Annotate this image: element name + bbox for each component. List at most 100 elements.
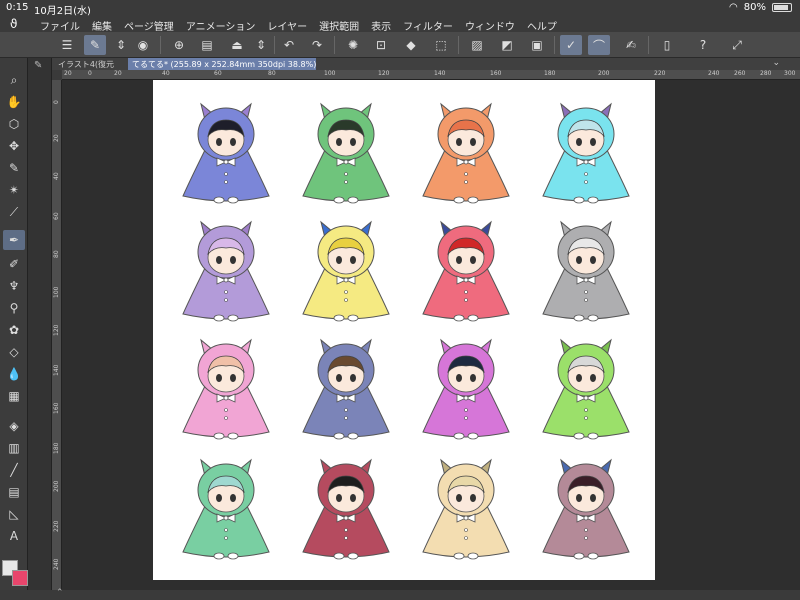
help-icon[interactable]: ? [692,35,714,55]
stepper-icon[interactable]: ⇕ [250,35,272,55]
crop-icon[interactable]: ▣ [526,35,548,55]
blend-icon[interactable]: 💧 [3,364,25,384]
status-right: ◠ 80% [729,2,792,13]
bottom-bar: ⌃ [0,588,800,600]
subtool-pen-icon[interactable]: ✎ [34,60,42,71]
ruler-vertical: 0 20 40 60 80 100 120 140 160 180 200 22… [52,80,62,590]
fill-tool-icon[interactable]: ◈ [3,416,25,436]
pen-pressure-icon[interactable]: ✓ [560,35,582,55]
ruler-label: 220 [654,70,666,77]
chibi-figure-lime-lizard [541,334,631,444]
fill-icon[interactable]: ◆ [400,35,422,55]
decoration-icon[interactable]: ✿ [3,320,25,340]
menu-help[interactable]: ヘルプ [527,18,557,33]
chibi-figure-lavender-ram [181,216,271,326]
sub-color-swatch[interactable] [12,570,28,586]
ruler-label: 20 [114,70,122,77]
status-date: 10月2日(水) [34,6,91,17]
toolbar-divider [334,36,335,54]
eyedropper-icon[interactable]: ⟋ [3,202,25,222]
tab-illustration4[interactable]: イラスト4(復元 [54,58,126,70]
ruler-label: 300 [784,70,796,77]
ruler-corner [52,70,62,80]
open-folder-icon[interactable]: ▤ [196,35,218,55]
zoom-icon[interactable]: ⌕ [3,70,25,90]
app-logo-icon[interactable]: ϑ [10,17,17,31]
menu-layer[interactable]: レイヤー [267,18,307,33]
new-file-icon[interactable]: ⊕ [168,35,190,55]
text-icon[interactable]: A [3,526,25,546]
drawing-canvas[interactable] [153,80,655,580]
chibi-figure-mauve-bug [541,454,631,564]
menu-edit[interactable]: 編集 [92,18,112,33]
spinner-icon[interactable]: ✺ [342,35,364,55]
brush-icon[interactable]: ♆ [3,276,25,296]
ruler-label: 0 [53,100,60,104]
ruler-label: 80 [268,70,276,77]
grid-icon[interactable]: ▦ [3,386,25,406]
chibi-figure-cyan-monster [541,98,631,208]
menu-view[interactable]: 表示 [371,18,391,33]
frame-icon[interactable]: ▤ [3,482,25,502]
pen-tool-icon[interactable]: ✒ [3,230,25,250]
chibi-figure-gray-cat [541,216,631,326]
ruler-label: 120 [53,324,60,336]
camera-icon[interactable]: ◉ [132,35,154,55]
tab-teruteru[interactable]: てるてる* (255.89 x 252.84mm 350dpi 38.8%) [128,58,316,70]
layer-select-icon[interactable]: ✎ [84,35,106,55]
menu-selection[interactable]: 選択範囲 [319,18,359,33]
clear-icon[interactable]: ⊡ [370,35,392,55]
ruler-label: 40 [162,70,170,77]
ruler-label: 240 [53,558,60,570]
toolbar-divider [648,36,649,54]
tab-menu-chevron-icon[interactable]: ⌄ [772,58,780,68]
ruler-label: 120 [378,70,390,77]
eraser-icon[interactable]: ◇ [3,342,25,362]
status-time: 0:15 [6,2,29,13]
chibi-figure-purple-blue-demon [181,98,271,208]
ruler-label: 280 [760,70,772,77]
ruler-label: 20 [53,134,60,142]
chibi-figure-magenta-rose [421,334,511,444]
lasso-icon[interactable]: ✎ [3,158,25,178]
pencil-icon[interactable]: ✐ [3,254,25,274]
menu-filter[interactable]: フィルター [403,18,453,33]
brush-icon[interactable]: ⌒ [588,35,610,55]
menu-page[interactable]: ページ管理 [124,18,174,33]
status-bar: 0:15 10月2日(水) ◠ 80% [0,0,800,17]
ruler-icon[interactable]: ◺ [3,504,25,524]
toolbar-divider [274,36,275,54]
gradient-icon[interactable]: ▥ [3,438,25,458]
ruler-label: 100 [53,286,60,298]
object-icon[interactable]: ⬡ [3,114,25,134]
save-icon[interactable]: ⏏ [226,35,248,55]
chibi-figure-cream-bug [421,454,511,564]
stepper-icon[interactable]: ⇕ [110,35,132,55]
undo-icon[interactable]: ↶ [278,35,300,55]
ruler-label: 220 [53,520,60,532]
ref-icon[interactable]: ◩ [496,35,518,55]
mask-icon[interactable]: ▨ [466,35,488,55]
menu-window[interactable]: ウィンドウ [465,18,515,33]
figure-icon[interactable]: ╱ [3,460,25,480]
redo-icon[interactable]: ↷ [306,35,328,55]
chevron-up-icon[interactable]: ⌃ [56,588,64,598]
move-icon[interactable]: ✥ [3,136,25,156]
toolbar-divider [160,36,161,54]
menu-animation[interactable]: アニメーション [186,18,256,33]
device-icon[interactable]: ▯ [656,35,678,55]
airbrush-icon[interactable]: ⚲ [3,298,25,318]
chibi-figure-yellow-dino [301,216,391,326]
battery-percent: 80% [743,2,766,13]
expand-icon[interactable]: ⤢ [726,35,748,55]
ruler-label: 80 [53,250,60,258]
auto-select-icon[interactable]: ✴ [3,180,25,200]
transform-icon[interactable]: ⬚ [430,35,452,55]
ruler-label: 180 [544,70,556,77]
hamburger-icon[interactable]: ☰ [56,35,78,55]
hand-icon[interactable]: ✋ [3,92,25,112]
chibi-figure-slate-cat [301,334,391,444]
menu-file[interactable]: ファイル [40,18,80,33]
pen-icon[interactable]: ✍ [620,35,642,55]
chibi-figure-orange-star [421,98,511,208]
